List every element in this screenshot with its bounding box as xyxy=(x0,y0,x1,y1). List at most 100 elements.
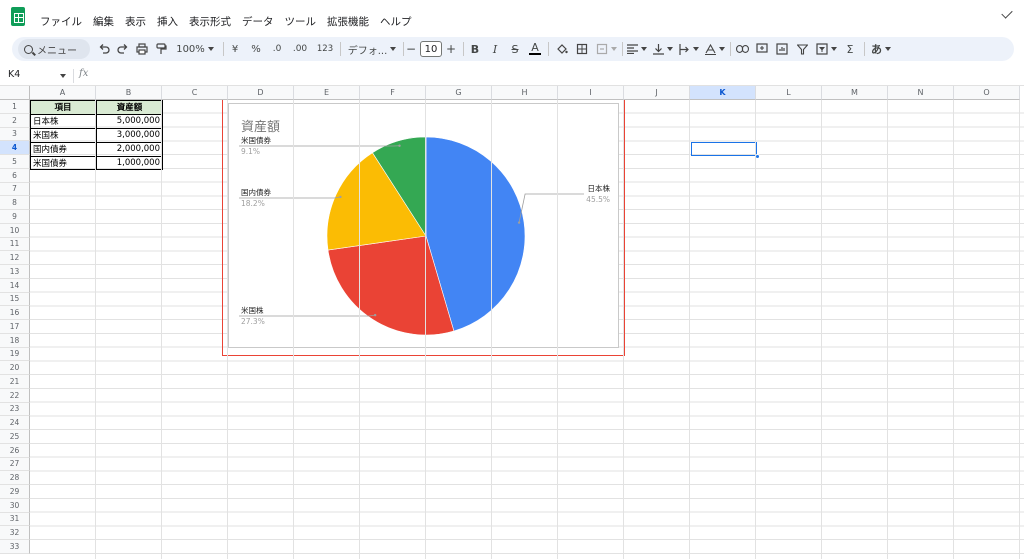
zoom-select[interactable]: 100% xyxy=(172,37,218,61)
strikethrough-button[interactable]: S xyxy=(508,37,522,61)
horizontal-align-button[interactable] xyxy=(626,37,648,61)
collapse-menu-icon[interactable] xyxy=(1001,7,1013,19)
percent-format-button[interactable]: % xyxy=(248,37,264,61)
column-header-o[interactable]: O xyxy=(954,86,1020,100)
decrease-font-size-button[interactable]: − xyxy=(405,37,417,61)
menu-tools[interactable]: ツール xyxy=(285,14,317,29)
row-header-2[interactable]: 2 xyxy=(0,113,30,128)
menu-edit[interactable]: 編集 xyxy=(93,14,114,29)
print-button[interactable] xyxy=(134,37,150,61)
cell-amount[interactable]: 1,000,000 xyxy=(96,156,163,170)
row-header-17[interactable]: 17 xyxy=(0,320,30,334)
row-header-33[interactable]: 33 xyxy=(0,540,30,554)
row-header-19[interactable]: 19 xyxy=(0,347,30,362)
chart-selection-frame[interactable]: 資産額 日本株 45.5% 米国株 27.3% 国内債券 18.2% 米国債券 9.1% xyxy=(222,98,625,356)
column-header-e[interactable]: E xyxy=(294,86,360,100)
column-header-c[interactable]: C xyxy=(162,86,228,100)
column-header-g[interactable]: G xyxy=(426,86,492,100)
row-header-11[interactable]: 11 xyxy=(0,237,30,252)
decrease-decimal-button[interactable]: .0 xyxy=(268,37,286,61)
column-header-h[interactable]: H xyxy=(492,86,558,100)
active-cell-selection[interactable] xyxy=(691,142,757,156)
menu-extensions[interactable]: 拡張機能 xyxy=(327,14,369,29)
more-formats-button[interactable]: 123 xyxy=(314,37,336,61)
paint-format-button[interactable] xyxy=(153,37,169,61)
text-rotation-button[interactable] xyxy=(704,37,726,61)
increase-font-size-button[interactable]: + xyxy=(445,37,457,61)
column-header-a[interactable]: A xyxy=(30,86,96,100)
increase-decimal-button[interactable]: .00 xyxy=(290,37,310,61)
font-family-select[interactable]: デフォ... xyxy=(344,37,400,61)
row-header-28[interactable]: 28 xyxy=(0,471,30,485)
sheets-logo-icon[interactable] xyxy=(11,7,25,26)
cell-item[interactable]: 米国株 xyxy=(30,128,96,142)
menu-format[interactable]: 表示形式 xyxy=(189,14,231,29)
fill-color-button[interactable] xyxy=(554,37,570,61)
row-header-1[interactable]: 1 xyxy=(0,100,30,114)
chevron-down-icon[interactable] xyxy=(60,74,66,78)
column-header-j[interactable]: J xyxy=(624,86,690,100)
row-header-26[interactable]: 26 xyxy=(0,443,30,458)
row-header-8[interactable]: 8 xyxy=(0,196,30,210)
column-header-l[interactable]: L xyxy=(756,86,822,100)
menu-search-button[interactable]: メニュー xyxy=(18,39,90,59)
row-header-22[interactable]: 22 xyxy=(0,388,30,403)
insert-chart-button[interactable] xyxy=(774,37,790,61)
cell-grid[interactable]: 1 2 3 4 5 6 7 8 9 10 11 12 13 14 15 16 17 18 19 20 21 22 23 24 2… xyxy=(0,86,1024,559)
row-header-7[interactable]: 7 xyxy=(0,182,30,197)
insert-comment-button[interactable] xyxy=(754,37,770,61)
row-header-16[interactable]: 16 xyxy=(0,306,30,320)
bold-button[interactable]: B xyxy=(468,37,482,61)
row-header-20[interactable]: 20 xyxy=(0,361,30,375)
row-header-3[interactable]: 3 xyxy=(0,127,30,142)
row-header-14[interactable]: 14 xyxy=(0,278,30,293)
vertical-align-button[interactable] xyxy=(652,37,674,61)
cell-amount[interactable]: 3,000,000 xyxy=(96,128,163,142)
functions-button[interactable]: Σ xyxy=(842,37,858,61)
row-header-10[interactable]: 10 xyxy=(0,223,30,238)
row-header-15[interactable]: 15 xyxy=(0,292,30,307)
row-header-29[interactable]: 29 xyxy=(0,485,30,499)
row-header-30[interactable]: 30 xyxy=(0,498,30,513)
row-header-6[interactable]: 6 xyxy=(0,168,30,183)
cell-item[interactable]: 日本株 xyxy=(30,114,96,128)
merge-cells-button[interactable] xyxy=(594,37,618,61)
pie-chart[interactable]: 資産額 日本株 45.5% 米国株 27.3% 国内債券 18.2% 米国債券 9.1% xyxy=(228,103,619,348)
filter-views-button[interactable] xyxy=(814,37,838,61)
row-header-21[interactable]: 21 xyxy=(0,375,30,389)
borders-button[interactable] xyxy=(574,37,590,61)
cell-item[interactable]: 国内債券 xyxy=(30,142,96,156)
menu-insert[interactable]: 挿入 xyxy=(157,14,178,29)
row-header-9[interactable]: 9 xyxy=(0,210,30,224)
currency-format-button[interactable]: ¥ xyxy=(227,37,243,61)
column-header-k[interactable]: K xyxy=(690,86,756,100)
header-cell-amount[interactable]: 資産額 xyxy=(96,100,163,114)
font-size-input[interactable]: 10 xyxy=(420,41,442,57)
header-cell-item[interactable]: 項目 xyxy=(30,100,96,114)
input-tools-button[interactable]: あ xyxy=(869,37,893,61)
column-header-d[interactable]: D xyxy=(228,86,294,100)
row-header-23[interactable]: 23 xyxy=(0,402,30,417)
row-header-4[interactable]: 4 xyxy=(0,141,30,155)
row-header-18[interactable]: 18 xyxy=(0,333,30,348)
cell-amount[interactable]: 2,000,000 xyxy=(96,142,163,156)
cell-item[interactable]: 米国債券 xyxy=(30,156,96,170)
name-box[interactable]: K4 xyxy=(8,69,66,83)
row-header-27[interactable]: 27 xyxy=(0,457,30,472)
column-header-n[interactable]: N xyxy=(888,86,954,100)
column-header-m[interactable]: M xyxy=(822,86,888,100)
redo-button[interactable] xyxy=(115,37,131,61)
row-header-5[interactable]: 5 xyxy=(0,155,30,169)
row-header-31[interactable]: 31 xyxy=(0,512,30,527)
menu-file[interactable]: ファイル xyxy=(40,14,82,29)
row-header-13[interactable]: 13 xyxy=(0,265,30,279)
column-header-i[interactable]: I xyxy=(558,86,624,100)
text-wrap-button[interactable] xyxy=(678,37,700,61)
menu-help[interactable]: ヘルプ xyxy=(380,14,412,29)
column-header-f[interactable]: F xyxy=(360,86,426,100)
undo-button[interactable] xyxy=(96,37,112,61)
row-header-24[interactable]: 24 xyxy=(0,416,30,430)
insert-link-button[interactable] xyxy=(734,37,750,61)
italic-button[interactable]: I xyxy=(488,37,502,61)
menu-view[interactable]: 表示 xyxy=(125,14,146,29)
